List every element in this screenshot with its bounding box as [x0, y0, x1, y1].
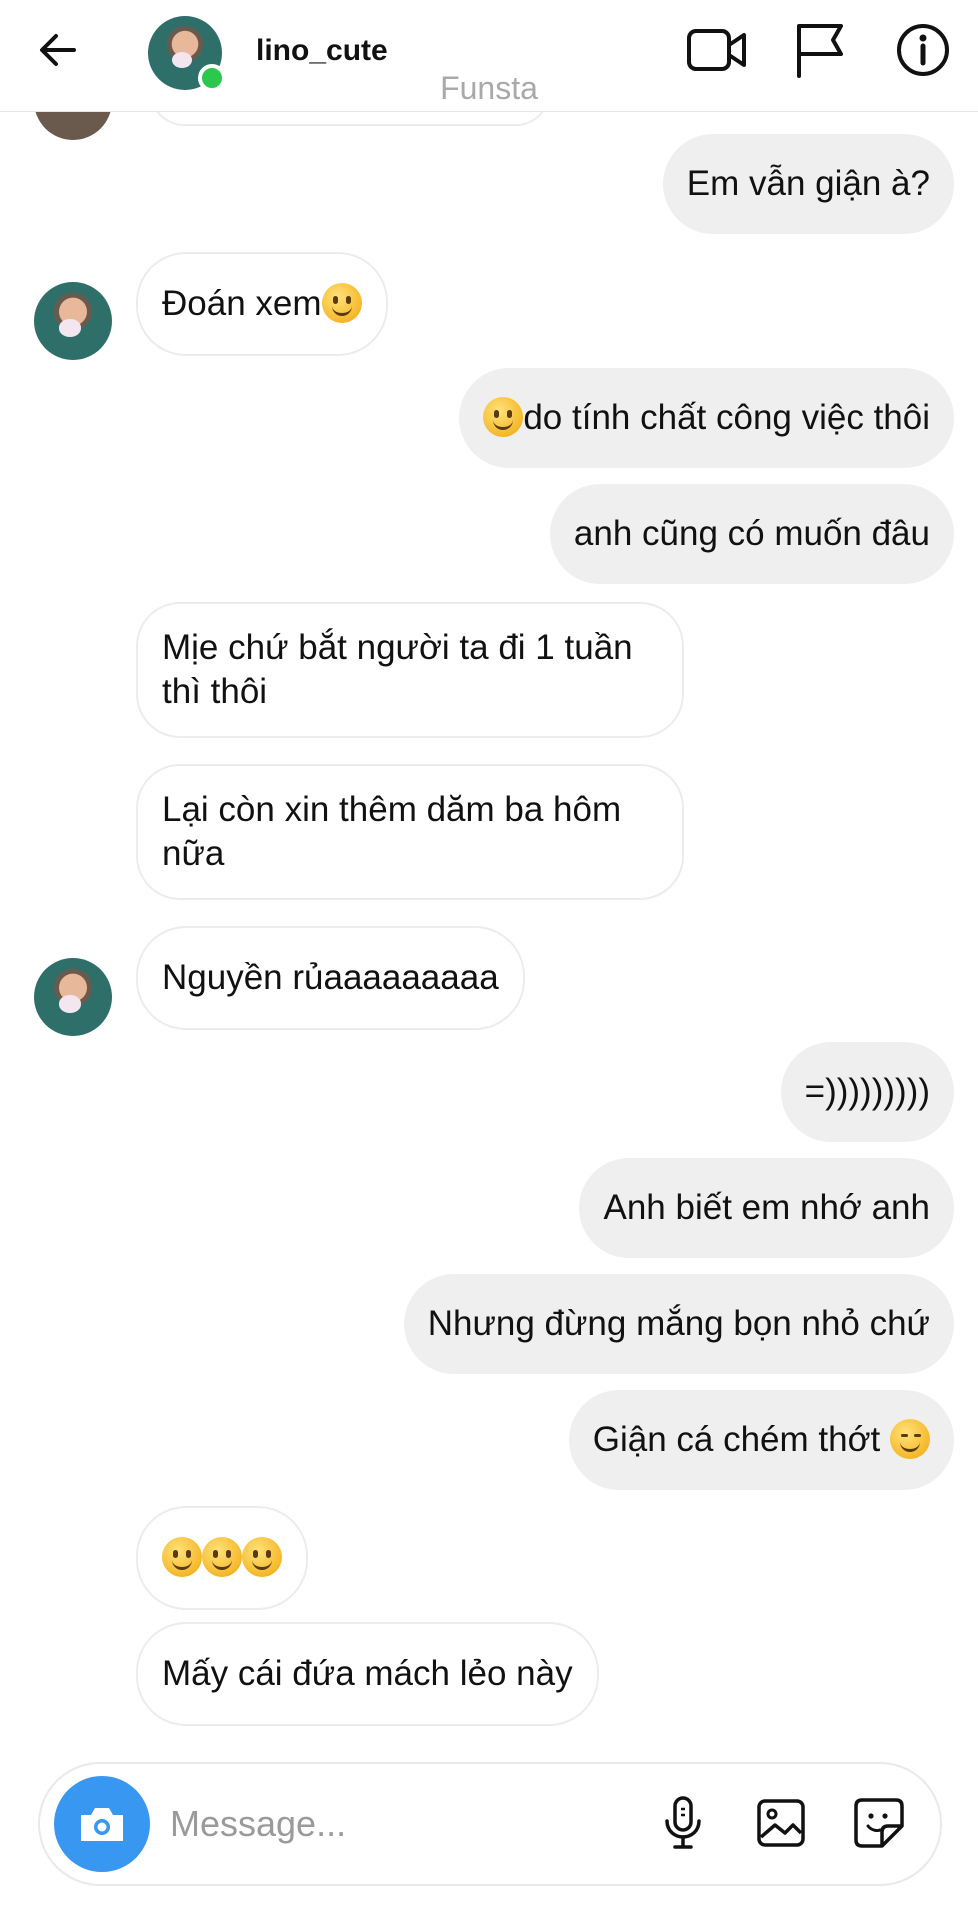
message-incoming[interactable]: Nguyền rủaaaaaaaaa — [136, 926, 525, 1030]
message-input[interactable] — [170, 1794, 650, 1854]
sticker-icon — [854, 1798, 904, 1848]
gallery-icon — [757, 1799, 805, 1847]
gallery-button[interactable] — [748, 1790, 814, 1856]
message-outgoing[interactable]: Nhưng đừng mắng bọn nhỏ chứ — [403, 1274, 954, 1374]
chat-header: lino_cute Funsta — [0, 0, 978, 112]
message-incoming[interactable]: Mấy cái đứa mách lẻo này — [136, 1622, 599, 1726]
info-icon — [897, 24, 949, 76]
message-text: do tính chất công việc thôi — [523, 398, 930, 437]
message-outgoing[interactable]: anh cũng có muốn đâu — [549, 484, 954, 584]
message-incoming[interactable]: Lại còn xin thêm dăm ba hôm nữa — [136, 764, 684, 900]
message-text: Mịe chứ bắt người ta đi 1 tuần thì thôi — [136, 602, 684, 738]
message-text: =))))))))) — [780, 1042, 954, 1142]
camera-button[interactable] — [54, 1776, 150, 1872]
sticker-button[interactable] — [846, 1790, 912, 1856]
message-outgoing[interactable]: Giận cá chém thớt — [568, 1390, 954, 1490]
message-thread[interactable]: Em vẫn giận à? Đoán xem do tính chất côn… — [0, 62, 978, 1752]
smile-emoji-icon — [321, 283, 362, 323]
message-incoming[interactable]: Mịe chứ bắt người ta đi 1 tuần thì thôi — [136, 602, 684, 738]
flag-icon — [797, 24, 843, 78]
camera-icon — [81, 1808, 123, 1841]
smile-emoji-icon — [202, 1537, 242, 1577]
sender-avatar[interactable] — [34, 282, 112, 360]
smile-emoji-icon — [242, 1537, 282, 1577]
message-bubble: Giận cá chém thớt — [568, 1390, 954, 1490]
video-call-button[interactable] — [682, 18, 752, 82]
message-text: Đoán xem — [162, 284, 322, 323]
message-outgoing[interactable]: do tính chất công việc thôi — [459, 368, 954, 468]
message-text: Lại còn xin thêm dăm ba hôm nữa — [136, 764, 684, 900]
smile-emoji-icon — [483, 397, 524, 437]
message-bubble: do tính chất công việc thôi — [459, 368, 954, 468]
info-button[interactable] — [888, 18, 958, 82]
message-text: anh cũng có muốn đâu — [549, 484, 954, 584]
voice-message-button[interactable] — [650, 1790, 716, 1856]
message-text: Mấy cái đứa mách lẻo này — [136, 1622, 599, 1726]
message-incoming[interactable] — [136, 1506, 308, 1610]
message-text: Nhưng đừng mắng bọn nhỏ chứ — [403, 1274, 954, 1374]
smile-emoji-icon — [162, 1537, 202, 1577]
message-text: Anh biết em nhớ anh — [579, 1158, 954, 1258]
message-bubble: Đoán xem — [136, 252, 388, 356]
message-composer — [38, 1762, 942, 1886]
sender-avatar[interactable] — [34, 958, 112, 1036]
message-text: Giận cá chém thớt — [592, 1420, 881, 1459]
message-text: Nguyền rủaaaaaaaaa — [136, 926, 525, 1030]
report-button[interactable] — [784, 18, 854, 82]
message-outgoing[interactable]: Anh biết em nhớ anh — [579, 1158, 954, 1258]
back-arrow-icon — [40, 34, 76, 66]
relieved-emoji-icon — [890, 1419, 930, 1459]
microphone-icon — [665, 1796, 701, 1849]
message-outgoing[interactable]: Em vẫn giận à? — [662, 134, 954, 234]
message-outgoing[interactable]: =))))))))) — [780, 1042, 954, 1142]
contact-username[interactable]: lino_cute — [256, 34, 388, 68]
message-text: Em vẫn giận à? — [662, 134, 954, 234]
message-bubble — [136, 1506, 308, 1610]
message-incoming[interactable]: Đoán xem — [136, 252, 388, 356]
video-call-icon — [687, 29, 746, 71]
